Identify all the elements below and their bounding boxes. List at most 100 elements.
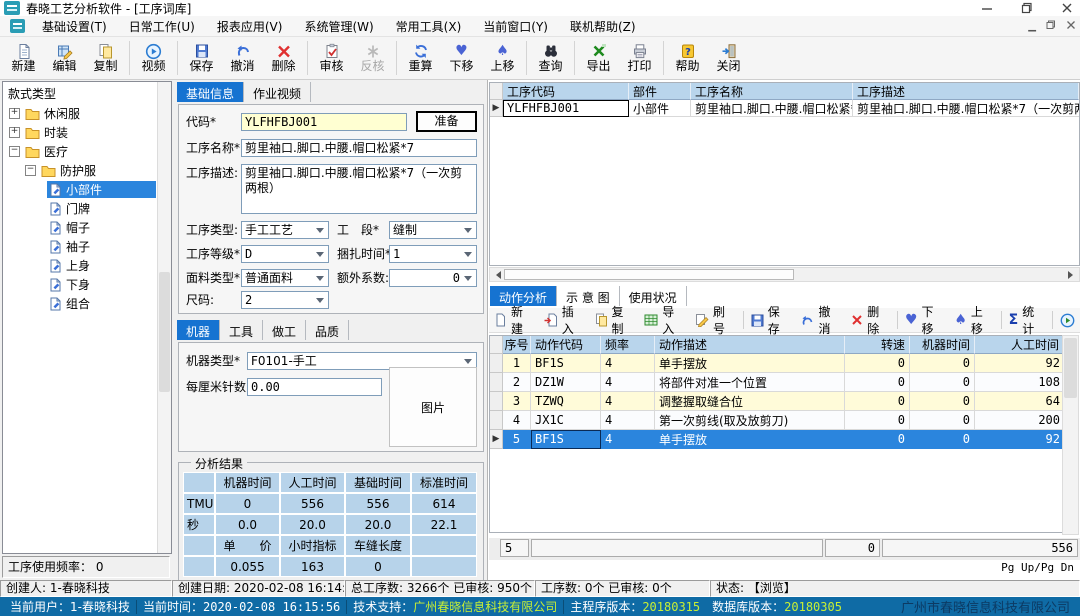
edit-button[interactable]: 编辑 bbox=[44, 38, 85, 78]
action-row[interactable]: 4 JX1C 4 第一次剪线(取及放剪刀) 0 0 200 bbox=[490, 411, 1064, 430]
action-play-button[interactable] bbox=[1055, 309, 1080, 331]
menu-current-window[interactable]: 当前窗口(Y) bbox=[472, 16, 559, 36]
process-col-code[interactable]: 工序代码 bbox=[503, 83, 629, 100]
stage-select[interactable]: 缝制 bbox=[389, 221, 477, 239]
tree-item-combination[interactable]: 组合 bbox=[3, 294, 171, 313]
tab-machine[interactable]: 机器 bbox=[177, 320, 220, 340]
copy-button[interactable]: 复制 bbox=[85, 38, 126, 78]
menu-online-help[interactable]: 联机帮助(Z) bbox=[559, 16, 647, 36]
delete-button[interactable]: 删除 bbox=[263, 38, 304, 78]
bundle-time-select[interactable]: 1 bbox=[389, 245, 477, 263]
menu-common-tools[interactable]: 常用工具(X) bbox=[385, 16, 473, 36]
size-select[interactable]: 2 bbox=[241, 291, 329, 309]
app-window: 春晓工艺分析软件 - [工序词库] 基础设置(T) 日常工作(U) 报表应用(V… bbox=[0, 0, 1080, 616]
process-row[interactable]: ▶ YLFHFBJ001 小部件 剪里袖口.脚口.中腰.帽口松紧*7 剪里袖口.… bbox=[490, 100, 1079, 117]
tree-item-hat[interactable]: 帽子 bbox=[3, 218, 171, 237]
action-row[interactable]: 3 TZWQ 4 调整握取缝合位 0 0 64 bbox=[490, 392, 1064, 411]
close-window-button[interactable]: 关闭 bbox=[708, 38, 749, 78]
audit-button[interactable]: 审核 bbox=[311, 38, 352, 78]
grade-select[interactable]: D bbox=[241, 245, 329, 263]
menu-system-admin[interactable]: 系统管理(W) bbox=[293, 16, 384, 36]
new-button[interactable]: 新建 bbox=[3, 38, 44, 78]
undo-button[interactable]: 撤消 bbox=[222, 38, 263, 78]
print-button[interactable]: 打印 bbox=[619, 38, 660, 78]
video-button[interactable]: 视频 bbox=[133, 38, 174, 78]
menu-reports[interactable]: 报表应用(V) bbox=[206, 16, 294, 36]
tab-tool[interactable]: 工具 bbox=[220, 320, 263, 340]
menu-daily-work[interactable]: 日常工作(U) bbox=[118, 16, 206, 36]
action-delete-button[interactable]: 删除 bbox=[846, 309, 895, 331]
action-insert-button[interactable]: 插入 bbox=[539, 309, 590, 331]
tab-quality[interactable]: 品质 bbox=[306, 320, 349, 340]
action-col-labor-time[interactable]: 人工时间 bbox=[975, 336, 1064, 354]
save-button[interactable]: 保存 bbox=[181, 38, 222, 78]
process-type-select[interactable]: 手工工艺 bbox=[241, 221, 329, 239]
move-up-button[interactable]: ♠ 上移 bbox=[482, 38, 523, 78]
expand-plus-icon[interactable]: + bbox=[9, 108, 20, 119]
restore-icon[interactable] bbox=[1020, 1, 1034, 15]
tree-item-upper-body[interactable]: 上身 bbox=[3, 256, 171, 275]
fabric-type-select[interactable]: 普通面料 bbox=[241, 269, 329, 287]
mdi-close-icon[interactable] bbox=[1066, 20, 1076, 33]
code-input[interactable]: YLFHFBJ001 bbox=[241, 113, 407, 131]
action-import-button[interactable]: 导入 bbox=[639, 309, 690, 331]
process-name-input[interactable]: 剪里袖口.脚口.中腰.帽口松紧*7 bbox=[241, 139, 477, 157]
action-move-up-button[interactable]: ♠上移 bbox=[949, 309, 998, 331]
tree-item-sleeve[interactable]: 袖子 bbox=[3, 237, 171, 256]
query-button[interactable]: 查询 bbox=[530, 38, 571, 78]
action-col-freq[interactable]: 频率 bbox=[601, 336, 655, 354]
mdi-minimize-icon[interactable]: ▁ bbox=[1028, 21, 1036, 32]
action-renumber-button[interactable]: 刷号 bbox=[690, 309, 741, 331]
process-col-name[interactable]: 工序名称 bbox=[691, 83, 853, 100]
export-button[interactable]: 导出 bbox=[578, 38, 619, 78]
move-down-button[interactable]: ♥ 下移 bbox=[441, 38, 482, 78]
tree-item-medical[interactable]: − 医疗 bbox=[3, 142, 171, 161]
recalculate-button[interactable]: 重算 bbox=[400, 38, 441, 78]
tree-item-protective-suit[interactable]: − 防护服 bbox=[3, 161, 171, 180]
action-col-speed[interactable]: 转速 bbox=[845, 336, 910, 354]
stitch-density-input[interactable]: 0.00 bbox=[247, 378, 382, 396]
ready-button[interactable]: 准备 bbox=[416, 111, 477, 132]
action-col-code[interactable]: 动作代码 bbox=[531, 336, 601, 354]
tab-workmanship[interactable]: 做工 bbox=[263, 320, 306, 340]
tree-item-lower-body[interactable]: 下身 bbox=[3, 275, 171, 294]
process-type-label: 工序类型: bbox=[186, 221, 238, 239]
action-row-selected[interactable]: ▶ 5 BF1S 4 单手摆放 0 0 92 bbox=[490, 430, 1064, 449]
mdi-restore-icon[interactable] bbox=[1046, 20, 1056, 33]
process-col-desc[interactable]: 工序描述 bbox=[853, 83, 1079, 100]
minimize-icon[interactable] bbox=[980, 1, 994, 15]
action-move-down-button[interactable]: ♥下移 bbox=[900, 309, 949, 331]
tree-item-small-parts[interactable]: 小部件 bbox=[3, 180, 171, 199]
action-row[interactable]: 1 BF1S 4 单手摆放 0 0 92 bbox=[490, 354, 1064, 373]
action-grid-scrollbar[interactable] bbox=[1062, 335, 1079, 535]
tab-work-video[interactable]: 作业视频 bbox=[244, 82, 311, 102]
action-col-desc[interactable]: 动作描述 bbox=[655, 336, 845, 354]
tree-item-fashion[interactable]: + 时装 bbox=[3, 123, 171, 142]
close-icon[interactable] bbox=[1060, 1, 1074, 15]
action-save-button[interactable]: 保存 bbox=[746, 309, 796, 331]
action-undo-button[interactable]: 撤消 bbox=[795, 309, 846, 331]
process-desc-textarea[interactable]: 剪里袖口.脚口.中腰.帽口松紧*7（一次剪两根） bbox=[241, 164, 477, 214]
process-grid-hscrollbar[interactable] bbox=[489, 267, 1080, 282]
save-floppy-icon bbox=[194, 43, 210, 60]
collapse-minus-icon[interactable]: − bbox=[25, 165, 36, 176]
menu-basic-settings[interactable]: 基础设置(T) bbox=[31, 16, 118, 36]
action-row[interactable]: 2 DZ1W 4 将部件对准一个位置 0 0 108 bbox=[490, 373, 1064, 392]
process-col-part[interactable]: 部件 bbox=[629, 83, 691, 100]
tree-item-door-tag[interactable]: 门牌 bbox=[3, 199, 171, 218]
help-button[interactable]: ? 帮助 bbox=[667, 38, 708, 78]
action-col-seq[interactable]: 序号 bbox=[503, 336, 531, 354]
tree-item-casual[interactable]: + 休闲服 bbox=[3, 104, 171, 123]
action-copy-button[interactable]: 复制 bbox=[590, 309, 640, 331]
extra-factor-select[interactable]: 0 bbox=[389, 269, 477, 287]
tree-scrollbar[interactable] bbox=[157, 82, 171, 553]
action-col-machine-time[interactable]: 机器时间 bbox=[910, 336, 975, 354]
collapse-minus-icon[interactable]: − bbox=[9, 146, 20, 157]
action-new-button[interactable]: 新建 bbox=[489, 309, 539, 331]
tab-basic-info[interactable]: 基础信息 bbox=[177, 82, 244, 102]
action-statistics-button[interactable]: Σ统计 bbox=[1004, 309, 1050, 331]
scroll-right-icon[interactable] bbox=[1066, 269, 1079, 280]
scroll-left-icon[interactable] bbox=[490, 269, 503, 280]
expand-plus-icon[interactable]: + bbox=[9, 127, 20, 138]
chevron-down-icon bbox=[461, 247, 475, 261]
